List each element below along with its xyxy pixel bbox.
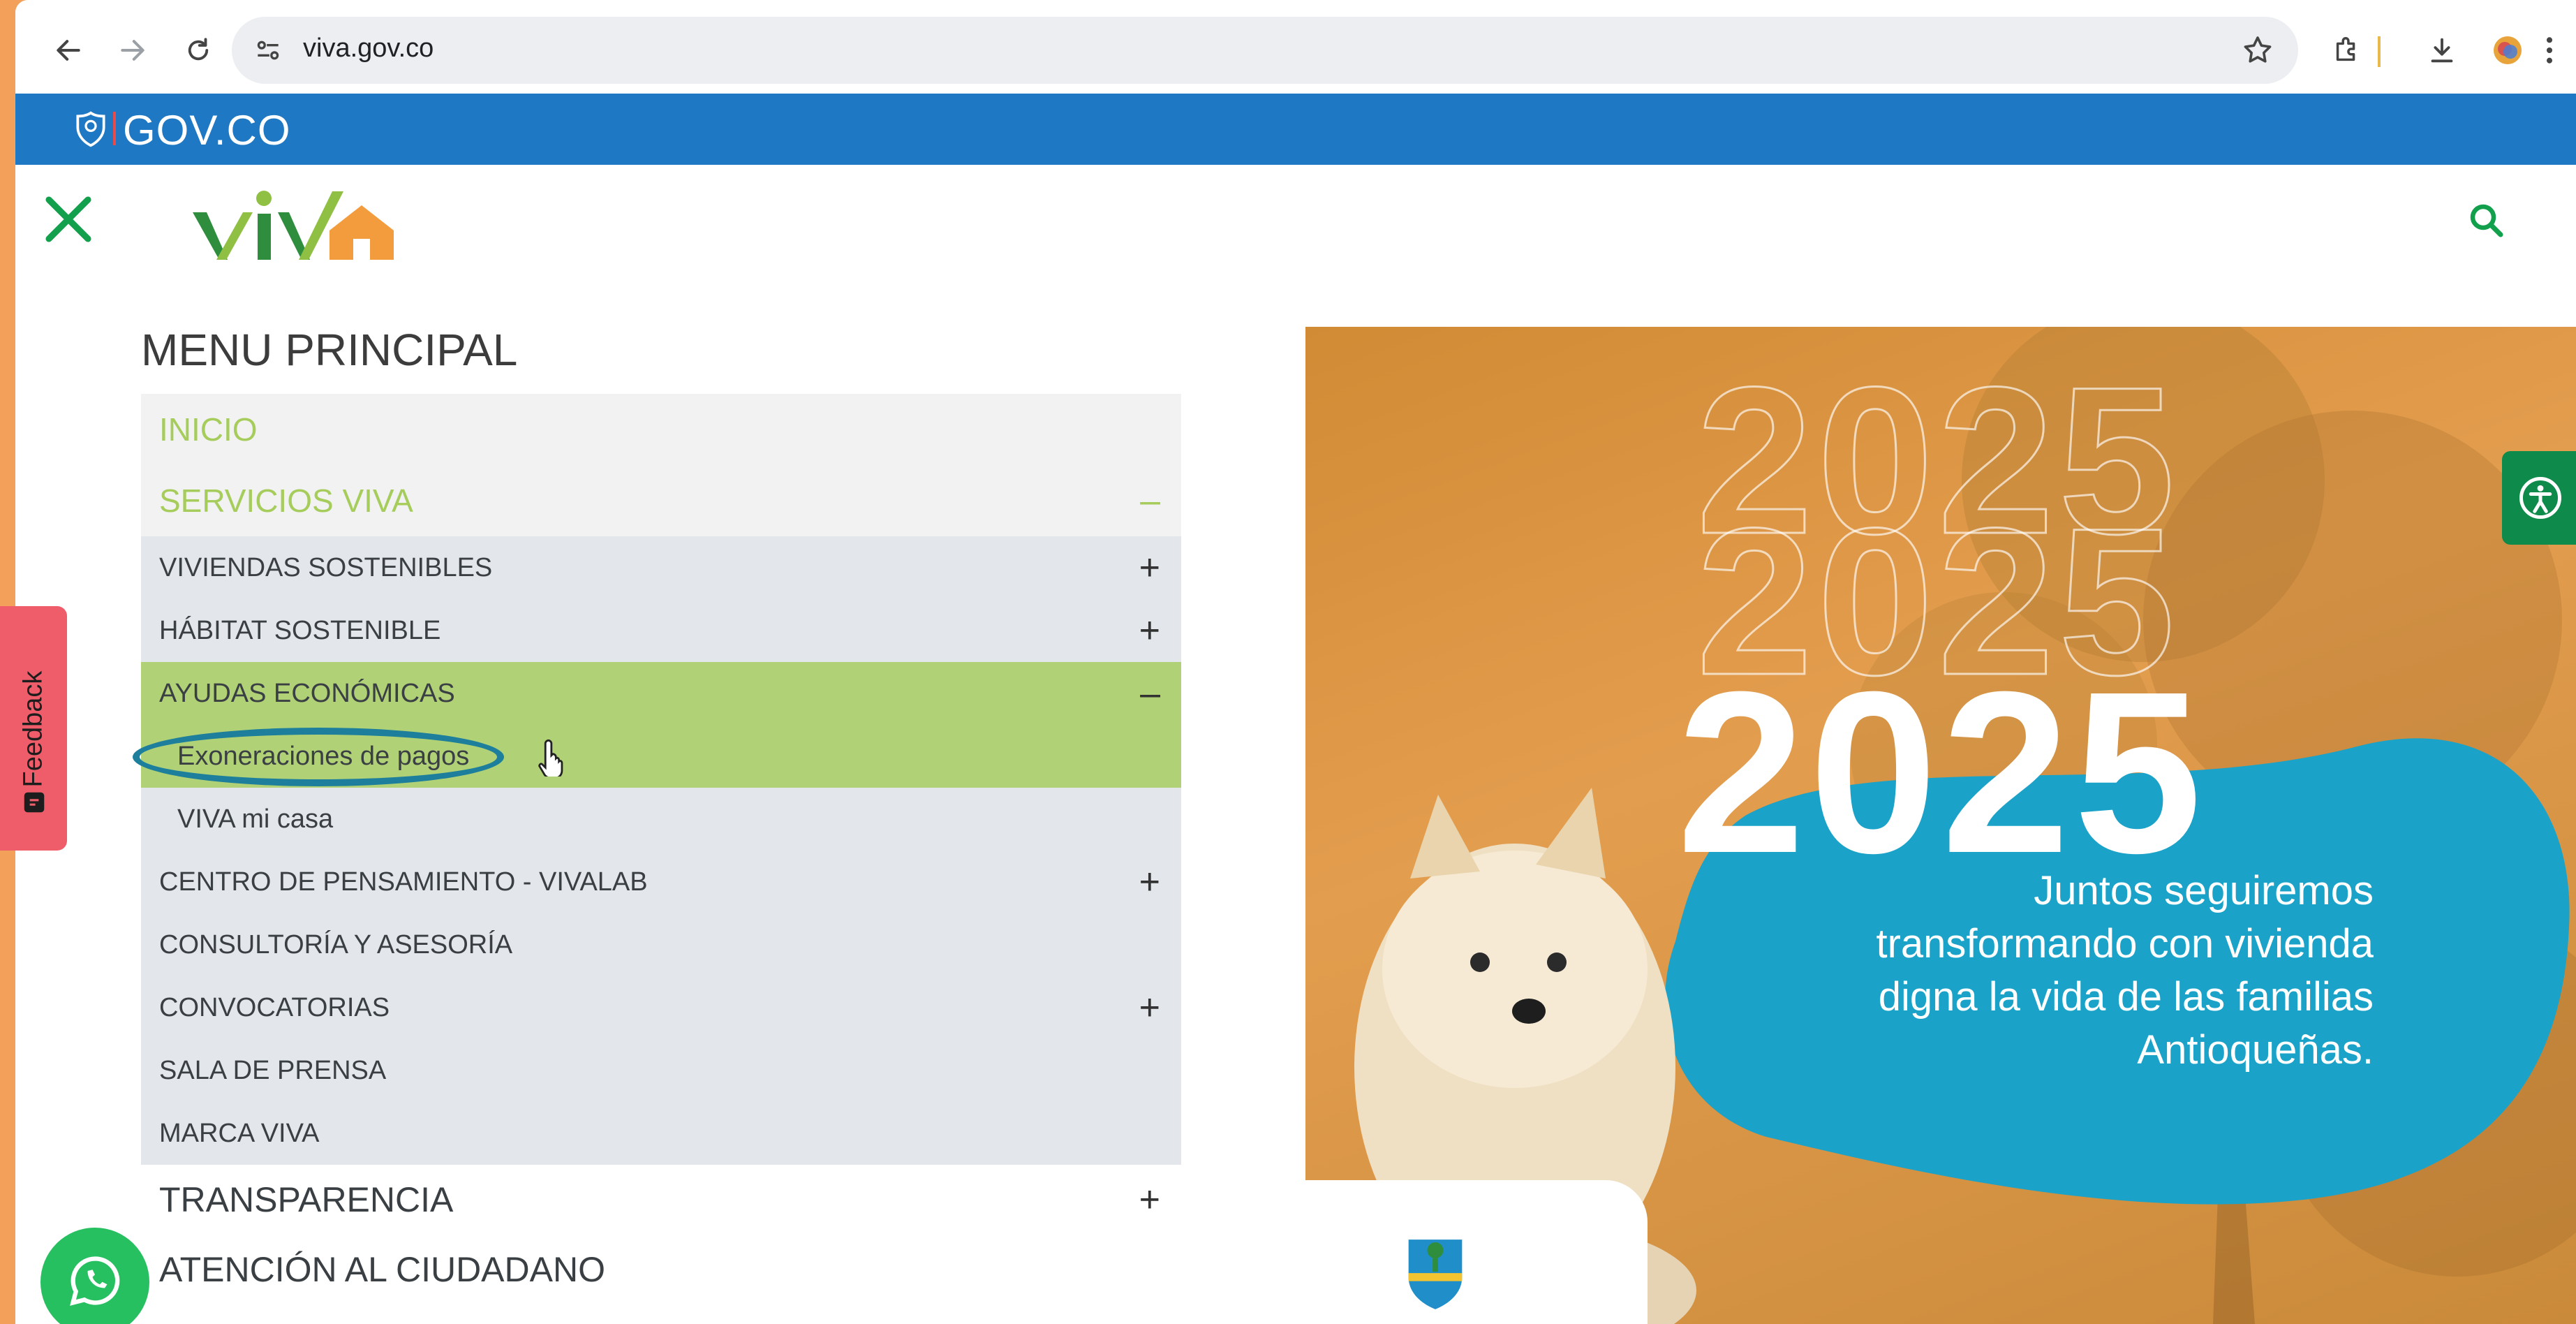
hero-banner[interactable]: 2025 2025 2025 Juntos seguiremos transfo… (1305, 327, 2576, 1324)
browser-window: viva.gov.co GOV.CO 2025 2025 2025 Juntos… (15, 0, 2576, 1324)
menu-title: MENU PRINCIPAL (141, 325, 518, 375)
antioquia-crest-icon (1408, 1240, 1463, 1309)
menu-item-label: SERVICIOS VIVA (159, 483, 413, 519)
menu-item-inicio[interactable]: INICIO (141, 394, 1181, 465)
accessibility-button[interactable] (2502, 451, 2576, 545)
menu-item-label: MARCA VIVA (159, 1118, 320, 1148)
colombia-shield-icon[interactable] (71, 109, 110, 149)
menu-list: INICIO SERVICIOS VIVA – VIVIENDAS SOSTEN… (133, 394, 1181, 1304)
menu-item-label: SALA DE PRENSA (159, 1055, 387, 1085)
feedback-tab[interactable]: Feedback (0, 606, 67, 851)
menu-item-viva-mi-casa[interactable]: VIVA mi casa (141, 788, 1181, 851)
menu-item-label: VIVIENDAS SOSTENIBLES (159, 552, 493, 582)
menu-item-habitat-sostenible[interactable]: HÁBITAT SOSTENIBLE + (141, 599, 1181, 662)
expand-icon[interactable]: + (1139, 1179, 1160, 1221)
kebab-menu-icon (2546, 37, 2553, 64)
extensions-button[interactable] (2319, 22, 2375, 78)
hero-message-line: Juntos seguiremos (2034, 868, 2374, 913)
menu-item-consultoria-y-asesoria[interactable]: CONSULTORÍA Y ASESORÍA (141, 913, 1181, 976)
forward-button[interactable] (105, 22, 161, 78)
menu-item-label: CONSULTORÍA Y ASESORÍA (159, 929, 513, 959)
close-menu-icon[interactable] (39, 190, 98, 249)
expand-icon[interactable]: + (1139, 861, 1160, 903)
menu-item-transparencia[interactable]: TRANSPARENCIA + (141, 1165, 1181, 1235)
hero-message: Juntos seguiremos transformando con vivi… (1745, 865, 2374, 1077)
bookmark-star-icon[interactable] (2241, 34, 2274, 67)
reload-icon (188, 38, 209, 61)
menu-item-label: HÁBITAT SOSTENIBLE (159, 615, 441, 645)
downloads-button[interactable] (2414, 22, 2470, 78)
main-menu-panel: MENU PRINCIPAL INICIO SERVICIOS VIVA – V… (15, 284, 1305, 1324)
browser-toolbar: viva.gov.co (15, 0, 2576, 94)
profile-button[interactable] (2480, 22, 2536, 78)
expand-icon[interactable]: + (1139, 987, 1160, 1029)
viva-logo[interactable] (186, 177, 395, 267)
hero-white-card (1305, 1180, 1648, 1324)
search-icon[interactable] (2466, 200, 2508, 242)
menu-item-sala-de-prensa[interactable]: SALA DE PRENSA (141, 1039, 1181, 1102)
menu-item-viviendas-sostenibles[interactable]: VIVIENDAS SOSTENIBLES + (141, 536, 1181, 599)
menu-item-label: AYUDAS ECONÓMICAS (159, 678, 455, 708)
collapse-icon[interactable]: – (1140, 672, 1160, 714)
menu-item-label: VIVA mi casa (177, 804, 334, 834)
menu-item-exoneraciones-de-pagos[interactable]: Exoneraciones de pagos (133, 725, 1181, 788)
hand-pointer-cursor-icon (538, 739, 563, 777)
menu-item-label: CONVOCATORIAS (159, 992, 390, 1022)
back-button[interactable] (40, 22, 96, 78)
gov-co-label[interactable]: GOV.CO (123, 106, 291, 154)
menu-item-atencion-al-ciudadano[interactable]: ATENCIÓN AL CIUDADANO (141, 1235, 1181, 1304)
menu-item-label: TRANSPARENCIA (159, 1180, 454, 1219)
menu-item-marca-viva[interactable]: MARCA VIVA (141, 1102, 1181, 1165)
menu-item-label: ATENCIÓN AL CIUDADANO (159, 1250, 605, 1289)
accessibility-icon (2519, 477, 2561, 519)
menu-item-ayudas-economicas[interactable]: AYUDAS ECONÓMICAS – (141, 662, 1181, 725)
reload-button[interactable] (170, 22, 226, 78)
arrow-left-icon (57, 40, 80, 61)
menu-item-convocatorias[interactable]: CONVOCATORIAS + (141, 976, 1181, 1039)
menu-item-label: CENTRO DE PENSAMIENTO - VIVALAB (159, 867, 648, 897)
site-header (15, 165, 2576, 284)
browser-menu-button[interactable] (2536, 22, 2563, 78)
expand-icon[interactable]: + (1139, 610, 1160, 652)
menu-item-servicios-viva[interactable]: SERVICIOS VIVA – (141, 465, 1181, 536)
whatsapp-icon (70, 1256, 120, 1306)
feedback-label: Feedback (18, 670, 48, 788)
download-icon (2431, 38, 2453, 63)
hero-message-line: Antioqueñas. (2137, 1027, 2374, 1073)
profile-avatar-icon (2494, 36, 2522, 64)
gov-co-bar: GOV.CO (15, 94, 2576, 165)
puzzle-icon (2336, 37, 2355, 61)
url-text[interactable]: viva.gov.co (303, 34, 434, 64)
highlight-circle (133, 728, 504, 786)
collapse-icon[interactable]: – (1140, 480, 1160, 522)
hero-message-line: digna la vida de las familias (1878, 974, 2374, 1020)
toolbar-divider (2378, 36, 2381, 67)
arrow-right-icon (121, 40, 145, 61)
menu-item-label: INICIO (159, 411, 258, 448)
gov-logo-divider (113, 112, 116, 145)
expand-icon[interactable]: + (1139, 547, 1160, 589)
menu-item-centro-de-pensamiento[interactable]: CENTRO DE PENSAMIENTO - VIVALAB + (141, 851, 1181, 913)
address-bar[interactable]: viva.gov.co (232, 17, 2298, 84)
feedback-icon (24, 792, 45, 813)
site-settings-icon[interactable] (253, 35, 283, 66)
hero-message-line: transformando con vivienda (1876, 921, 2374, 966)
